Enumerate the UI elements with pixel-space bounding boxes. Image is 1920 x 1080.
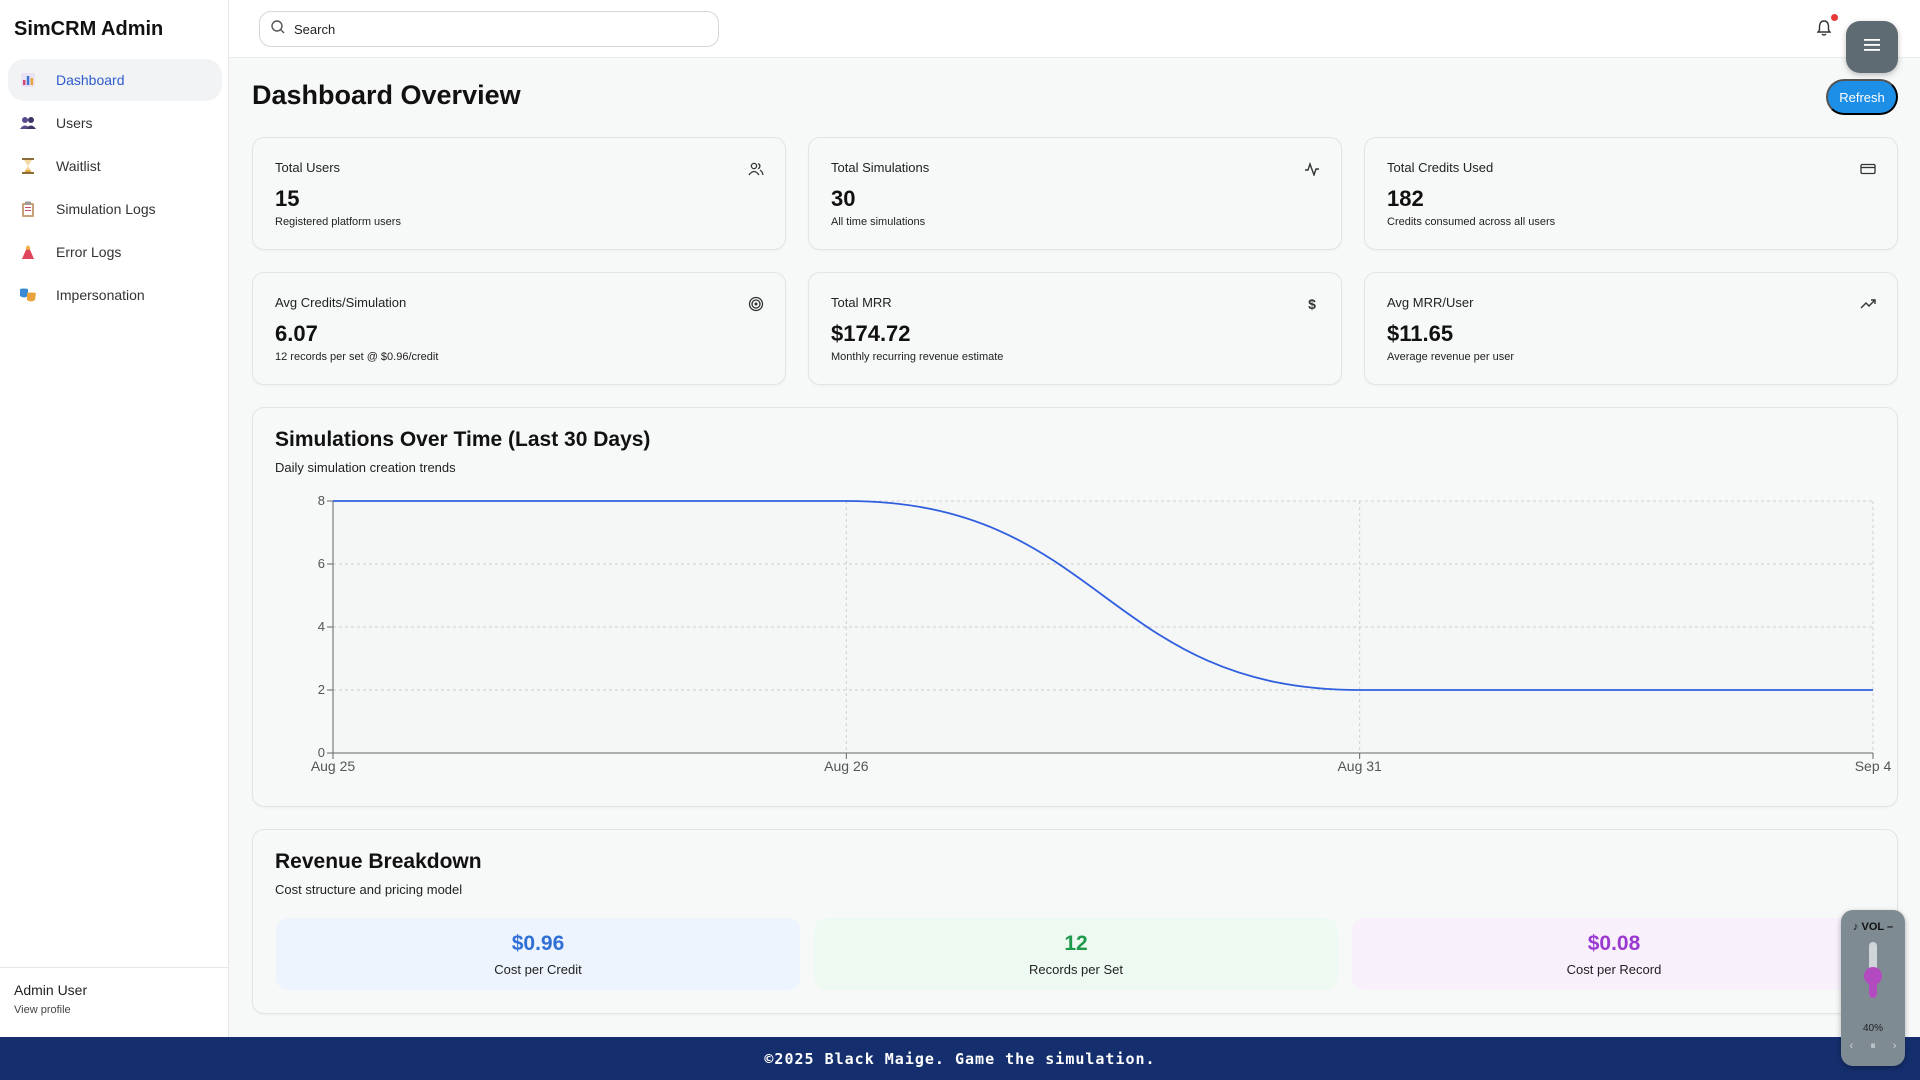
stat-title: Total Credits Used [1387,160,1494,175]
sidebar-item-waitlist[interactable]: Waitlist [8,145,222,187]
bell-icon[interactable] [1816,19,1836,39]
y-tick-label: 8 [318,493,325,508]
chart-card: Simulations Over Time (Last 30 Days) Dai… [252,407,1898,807]
stat-subtitle: Average revenue per user [1387,351,1514,363]
stat-title: Avg MRR/User [1387,295,1474,310]
view-profile-link[interactable]: View profile [14,1004,214,1016]
stat-card-avg-mrr: Avg MRR/User $11.65 Average revenue per … [1364,272,1898,385]
brand-title: SimCRM Admin [14,18,164,40]
revenue-title: Revenue Breakdown [275,850,482,873]
target-icon [747,295,765,313]
sidebar-item-impersonation[interactable]: Impersonation [8,274,222,316]
revenue-item-cost-per-credit: $0.96 Cost per Credit [276,918,800,990]
footer: ©2025 Black Maige. Game the simulation. [0,1037,1920,1080]
volume-controls: ‹ ⏸ › [1841,1040,1905,1053]
stat-subtitle: Registered platform users [275,216,401,228]
stat-card-total-simulations: Total Simulations 30 All time simulation… [808,137,1342,250]
revenue-label: Cost per Record [1566,961,1662,977]
y-tick-label: 6 [318,556,325,571]
page-title: Dashboard Overview [252,80,521,110]
users-icon [747,160,765,178]
sidebar-item-label: Error Logs [56,244,122,260]
revenue-item-records-per-set: 12 Records per Set [814,918,1338,990]
volume-widget[interactable]: ♪ VOL – 40% ‹ ⏸ › [1841,910,1905,1066]
sidebar-item-users[interactable]: Users [8,102,222,144]
revenue-value: 12 [1064,931,1088,955]
sidebar-item-error-logs[interactable]: Error Logs [8,231,222,273]
stat-card-total-credits: Total Credits Used 182 Credits consumed … [1364,137,1898,250]
sidebar-nav: Dashboard Users Waitlist Simulation Logs… [8,59,222,317]
line-chart: 02468Aug 25 Aug 26 Aug 31 Sep 4 [311,493,1892,774]
sidebar-item-label: Simulation Logs [56,201,156,217]
search-input[interactable] [294,21,694,37]
stat-subtitle: 12 records per set @ $0.96/credit [275,351,439,363]
revenue-subtitle: Cost structure and pricing model [275,882,463,897]
volume-percent: 40% [1862,1023,1883,1034]
stat-value: 182 [1387,186,1424,211]
x-tick-label: Aug 31 [1337,758,1382,774]
stat-card-avg-credits: Avg Credits/Simulation 6.07 12 records p… [252,272,786,385]
stat-card-total-mrr: Total MRR $174.72 Monthly recurring reve… [808,272,1342,385]
revenue-item-cost-per-record: $0.08 Cost per Record [1352,918,1876,990]
x-tick-label: Aug 25 [311,758,356,774]
stat-title: Total Users [275,160,341,175]
volume-knob[interactable] [1864,966,1882,985]
next-icon[interactable]: › [1893,1040,1897,1053]
x-tick-label: Aug 26 [824,758,869,774]
pause-icon[interactable]: ⏸ [1870,1040,1876,1053]
revenue-label: Records per Set [1029,961,1123,977]
volume-label: ♪ VOL – [1852,921,1894,933]
sidebar-item-label: Impersonation [56,287,145,303]
sidebar: SimCRM Admin Dashboard Users Waitlist Si… [0,0,229,1037]
stat-subtitle: Monthly recurring revenue estimate [831,351,1004,363]
clipboard-icon [18,199,38,219]
stat-title: Avg Credits/Simulation [275,295,407,310]
notification-dot [1831,14,1838,21]
prev-icon[interactable]: ‹ [1850,1040,1854,1053]
stat-value: 30 [831,186,856,211]
revenue-value: $0.08 [1587,931,1641,955]
footer-text: ©2025 Black Maige. Game the simulation. [764,1049,1156,1068]
dollar-icon: $ [1308,296,1316,312]
sidebar-item-label: Users [56,115,93,131]
menu-button[interactable] [1846,21,1898,73]
credit-card-icon [1859,160,1877,178]
search-icon [270,19,286,40]
hamburger-icon [1863,38,1881,57]
sidebar-user[interactable]: Admin User View profile [0,967,228,1030]
y-tick-label: 4 [318,619,325,634]
revenue-label: Cost per Credit [494,961,582,977]
stat-value: 6.07 [275,321,318,346]
stat-card-total-users: Total Users 15 Registered platform users [252,137,786,250]
x-tick-label: Sep 4 [1855,758,1892,774]
users-icon [18,113,38,133]
topbar [229,0,1920,73]
stat-subtitle: Credits consumed across all users [1387,216,1556,228]
sidebar-item-label: Waitlist [56,158,101,174]
stat-value: $174.72 [831,321,911,346]
stat-value: $11.65 [1387,321,1454,346]
stat-title: Total MRR [831,295,892,310]
sidebar-item-label: Dashboard [56,72,125,88]
activity-icon [1303,160,1321,178]
revenue-card: Revenue Breakdown Cost structure and pri… [252,829,1898,1014]
stat-value: 15 [275,186,300,211]
stat-subtitle: All time simulations [831,216,926,228]
hourglass-icon [18,156,38,176]
stat-title: Total Simulations [831,160,930,175]
y-tick-label: 2 [318,682,325,697]
bar-chart-icon [18,70,38,90]
user-name: Admin User [14,982,88,998]
sidebar-item-dashboard[interactable]: Dashboard [8,59,222,101]
refresh-button[interactable]: Refresh [1826,79,1898,115]
alert-icon [18,242,38,262]
sidebar-item-simulation-logs[interactable]: Simulation Logs [8,188,222,230]
search-box[interactable] [259,11,719,47]
revenue-value: $0.96 [511,931,565,955]
mask-icon [18,285,38,305]
trending-up-icon [1859,295,1877,313]
